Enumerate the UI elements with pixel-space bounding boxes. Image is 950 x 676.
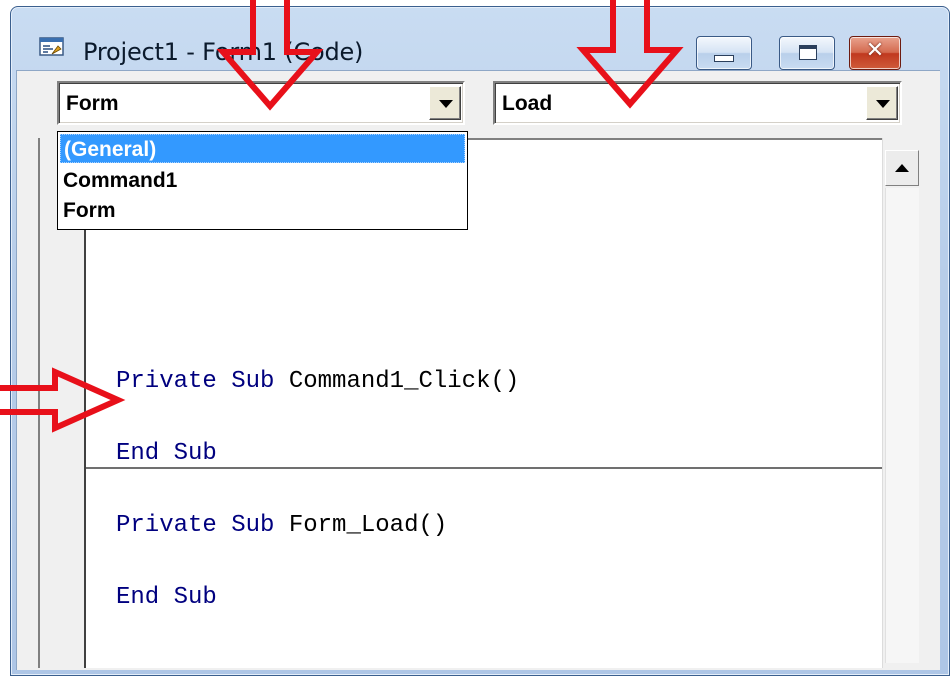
code-keyword: Private Sub — [116, 512, 275, 539]
code-line-end-sub[interactable]: End Sub — [116, 584, 217, 611]
dropdown-option-general[interactable]: (General) — [60, 134, 465, 163]
procedure-combo-dropdown-button[interactable] — [866, 86, 898, 120]
arrow-down-procedure-combo — [576, 0, 684, 109]
code-line-sub-header[interactable]: Private Sub Form_Load() — [116, 512, 447, 539]
maximize-icon — [799, 45, 817, 60]
object-combo-value: Form — [66, 92, 119, 115]
code-line-sub-header[interactable]: Private Sub Command1_Click() — [116, 368, 519, 395]
chevron-down-icon — [439, 100, 453, 108]
arrow-down-object-combo — [216, 0, 324, 111]
title-bar[interactable]: Project1 - Form1 (Code) ✕ — [11, 7, 949, 77]
close-button[interactable]: ✕ — [849, 36, 901, 70]
procedure-signature: Form_Load() — [288, 512, 448, 539]
procedure-signature: Command1_Click() — [288, 368, 520, 395]
code-line-end-sub[interactable]: End Sub — [116, 440, 217, 467]
minimize-icon — [714, 55, 734, 62]
dropdown-option-form[interactable]: Form — [60, 196, 465, 225]
arrow-right-code-pane — [0, 367, 126, 433]
chevron-down-icon — [876, 100, 890, 108]
chevron-up-icon — [895, 164, 909, 172]
minimize-button[interactable] — [696, 36, 752, 70]
scroll-track[interactable] — [885, 188, 919, 663]
vb-code-window-icon — [39, 37, 64, 56]
object-combo-dropdown-button[interactable] — [429, 86, 461, 120]
vertical-scrollbar[interactable] — [882, 138, 920, 668]
close-icon: ✕ — [865, 38, 885, 63]
dropdown-option-command1[interactable]: Command1 — [60, 166, 465, 195]
procedure-separator — [86, 467, 882, 469]
maximize-button[interactable] — [779, 36, 835, 70]
procedure-combo[interactable]: Load — [493, 81, 902, 125]
object-combo-dropdown-list: (General) Command1 Form — [57, 131, 468, 230]
scroll-up-button[interactable] — [885, 150, 919, 186]
procedure-combo-value: Load — [502, 92, 553, 115]
code-keyword: Private Sub — [116, 368, 275, 395]
